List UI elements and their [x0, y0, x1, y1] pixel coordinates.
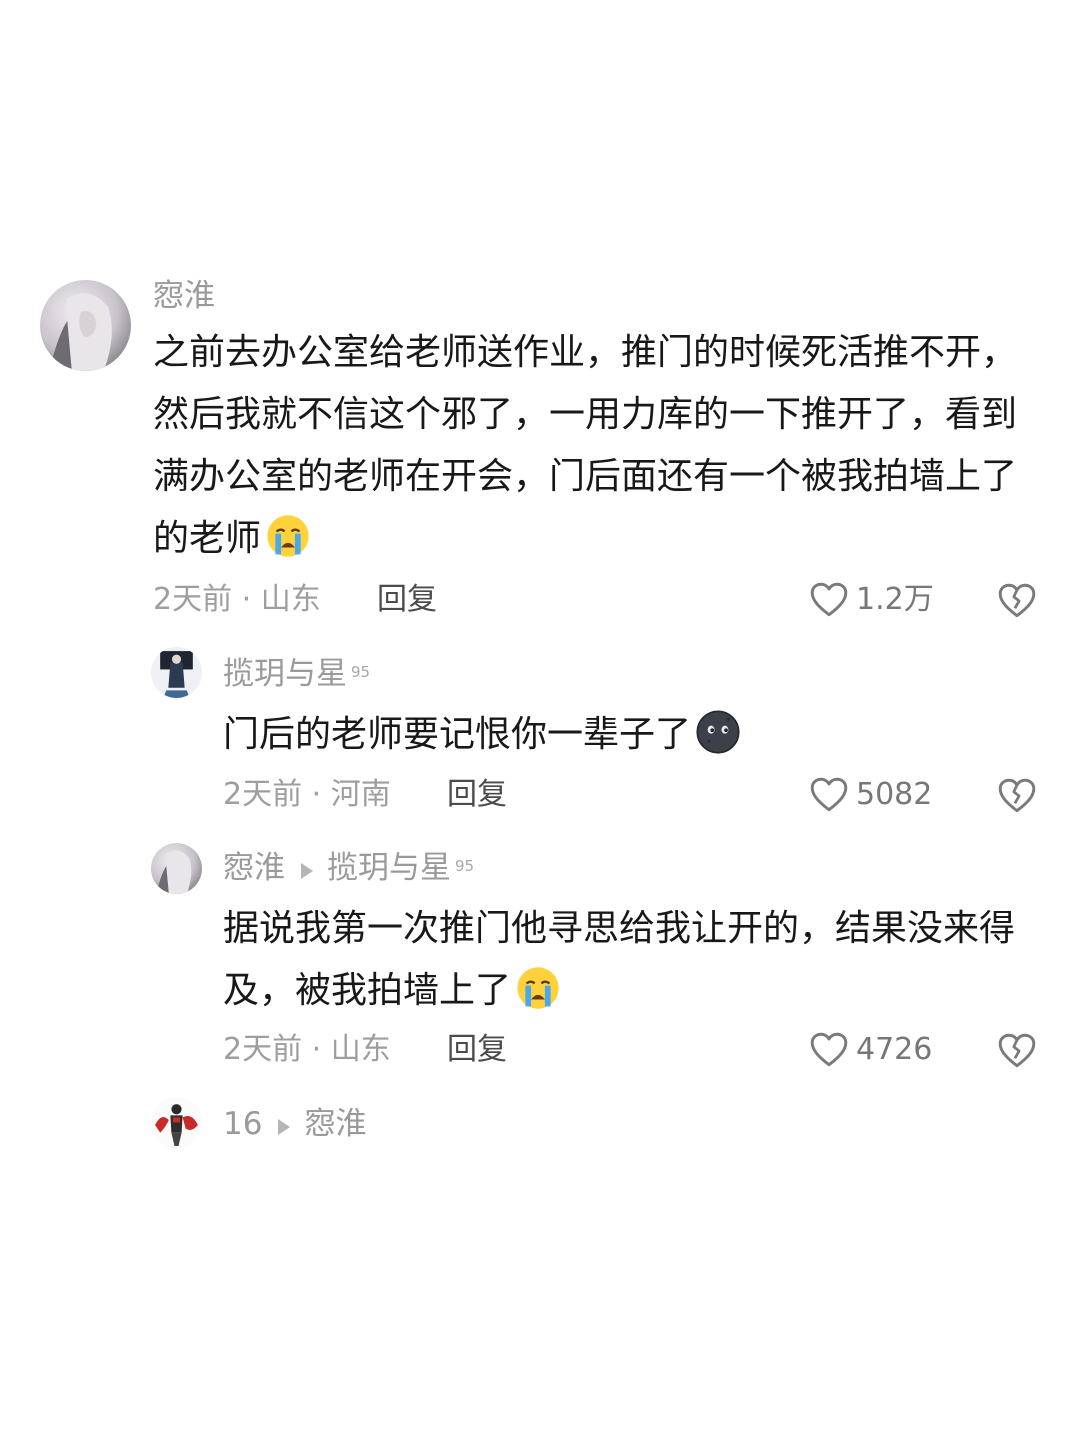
comment-meta: 2天前 · 山东 — [153, 580, 321, 620]
reply-meta: 2天前 · 山东 — [223, 1030, 391, 1070]
avatar-image — [151, 647, 202, 698]
heart-outline-icon — [810, 777, 848, 812]
like-button[interactable]: 4726 — [808, 1028, 932, 1072]
reply-text-content: 据说我第一次推门他寻思给我让开的，结果没来得及，被我拍墙上了 — [223, 908, 1016, 1011]
reply-text: 据说我第一次推门他寻思给我让开的，结果没来得及，被我拍墙上了 — [223, 898, 1043, 1022]
avatar-image — [151, 1097, 202, 1148]
reply-button[interactable]: 回复 — [447, 1030, 507, 1070]
reply-author-name: 揽玥与星 — [223, 656, 347, 692]
reply-text: 门后的老师要记恨你一辈子了 — [223, 704, 1033, 766]
like-button[interactable]: 5082 — [808, 773, 932, 817]
reply-text-content: 门后的老师要记恨你一辈子了 — [223, 714, 692, 755]
reply-location: 山东 — [330, 1032, 391, 1067]
reply-to-name: 惌淮 — [304, 1106, 367, 1142]
broken-heart-icon — [998, 778, 1036, 813]
new-moon-face-icon — [695, 709, 741, 755]
avatar[interactable] — [40, 280, 131, 371]
reply-arrow-icon — [278, 1119, 291, 1135]
reply-author[interactable]: 揽玥与星 95 — [223, 654, 370, 694]
comment-time: 2天前 — [153, 582, 233, 617]
like-button[interactable]: 1.2万 — [808, 578, 934, 622]
avatar[interactable] — [151, 1097, 202, 1148]
reply-time: 2天前 — [223, 777, 303, 812]
reply-to-name: 揽玥与星 — [327, 850, 451, 886]
reply-time: 2天前 — [223, 1032, 303, 1067]
level-badge: 95 — [455, 857, 475, 875]
comment-location: 山东 — [260, 582, 321, 617]
reply-location: 河南 — [330, 777, 391, 812]
meta-separator: · — [311, 1032, 322, 1067]
avatar-image — [40, 280, 131, 371]
loudly-crying-face-icon — [515, 965, 561, 1011]
avatar[interactable] — [151, 843, 202, 894]
comment-text: 之前去办公室给老师送作业，推门的时候死活推不开，然后我就不信这个邪了，一用力库的… — [153, 322, 1033, 570]
dislike-button[interactable] — [996, 1030, 1038, 1072]
reply-author[interactable]: 16 惌淮 — [223, 1104, 366, 1144]
reply-meta: 2天前 · 河南 — [223, 775, 391, 815]
level-badge: 95 — [351, 663, 371, 681]
heart-outline-icon — [810, 1032, 848, 1067]
like-count: 5082 — [856, 777, 933, 812]
avatar[interactable] — [151, 647, 202, 698]
reply-author-name: 惌淮 — [223, 850, 285, 886]
avatar-image — [151, 843, 202, 894]
dislike-button[interactable] — [996, 580, 1038, 622]
meta-separator: · — [241, 582, 252, 617]
reply-button[interactable]: 回复 — [377, 580, 437, 620]
heart-outline-icon — [810, 582, 848, 617]
like-count: 4726 — [856, 1032, 933, 1067]
dislike-button[interactable] — [996, 775, 1038, 817]
reply-arrow-icon — [301, 863, 313, 879]
meta-separator: · — [311, 777, 322, 812]
reply-button[interactable]: 回复 — [447, 775, 507, 815]
like-count: 1.2万 — [856, 582, 934, 617]
broken-heart-icon — [998, 1033, 1036, 1068]
broken-heart-icon — [998, 583, 1036, 618]
reply-author-name: 16 — [223, 1106, 263, 1142]
reply-author[interactable]: 惌淮 揽玥与星 95 — [223, 848, 474, 888]
loudly-crying-face-icon — [265, 513, 311, 559]
comment-author[interactable]: 惌淮 — [153, 276, 215, 316]
